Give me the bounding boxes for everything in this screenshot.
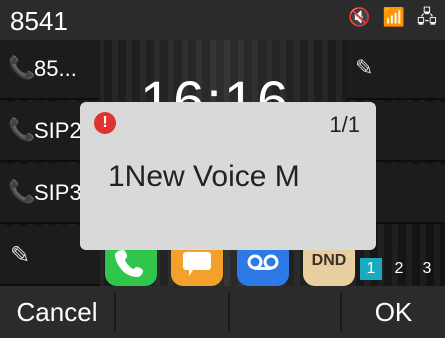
notification-message: 1New Voice M [108,160,300,193]
ok-softkey[interactable]: OK [342,286,445,338]
page-3[interactable]: 3 [416,258,438,280]
page-2[interactable]: 2 [388,258,410,280]
notification-count: 1/1 [329,112,360,137]
line-key-label: SIP2 [34,118,82,143]
softkey-bar: Cancel OK [0,286,445,338]
softkey-3[interactable] [230,286,340,338]
status-bar: 8541 🔇 📶 🖧 [0,0,445,40]
line-key-1[interactable]: 📞 85... [0,40,100,100]
account-label: 8541 [10,6,68,36]
line-key-right-1[interactable]: ✎ [347,40,445,100]
mute-icon: 🔇 [348,7,371,28]
phone-icon: 📞 [8,180,36,205]
wifi-icon: 📶 [382,7,405,28]
dnd-label: DND [311,252,347,269]
softkey-2[interactable] [116,286,228,338]
cancel-softkey[interactable]: Cancel [0,286,114,338]
status-icons: 🔇 📶 🖧 [348,9,437,27]
line-key-label: 85... [34,56,77,81]
network-icon: 🖧 [416,7,437,28]
line-key-label: SIP3 [34,180,82,205]
edit-icon: ✎ [355,56,374,81]
edit-icon: ✎ [10,241,31,269]
phone-icon: 📞 [8,56,36,81]
notification-popup[interactable]: ! 1/1 1New Voice M [80,102,376,250]
alert-icon: ! [94,112,116,134]
phone-icon: 📞 [8,118,36,143]
page-1[interactable]: 1 [360,258,382,280]
page-indicator: 1 2 3 [360,258,438,280]
